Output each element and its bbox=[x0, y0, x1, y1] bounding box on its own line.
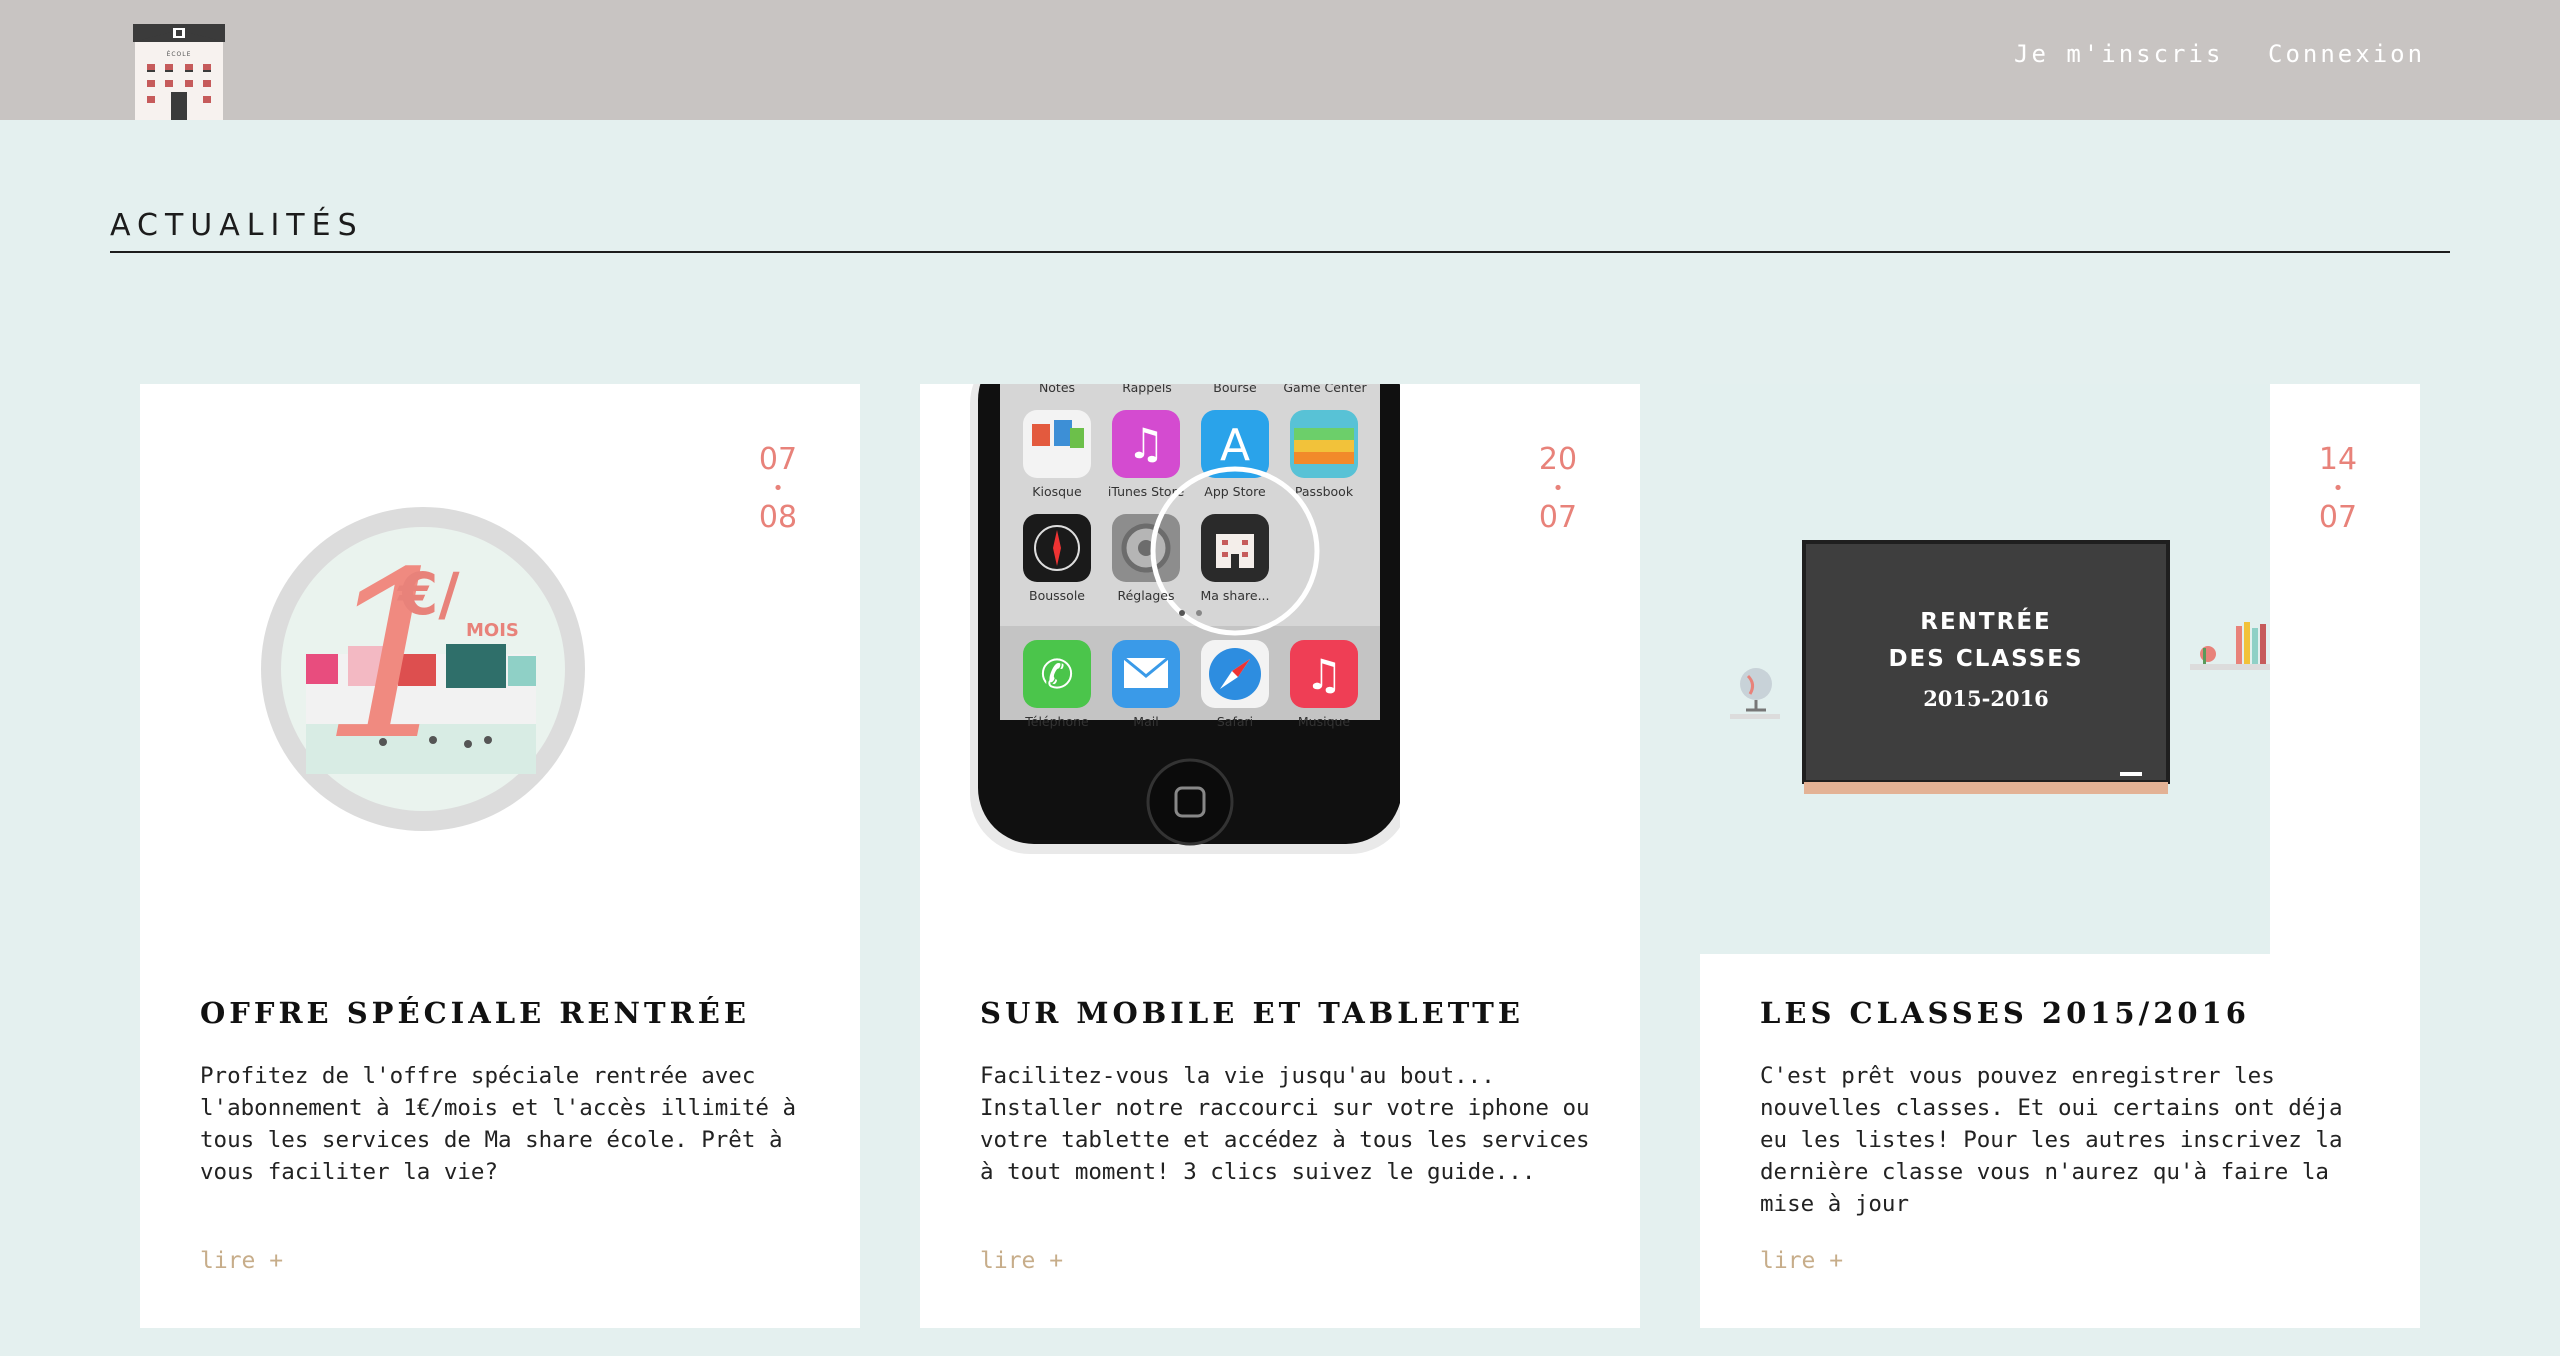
chalkboard-image: RENTRÉE DES CLASSES 2015-2016 bbox=[1700, 384, 2270, 954]
chalkboard-line: DES CLASSES bbox=[1888, 646, 2083, 672]
signup-link[interactable]: Je m'inscris bbox=[2014, 40, 2223, 68]
section-divider bbox=[110, 251, 2450, 253]
card-date: 07 • 08 bbox=[758, 442, 798, 535]
app-label: Rappels bbox=[1122, 384, 1172, 395]
card-text: C'est prêt vous pouvez enregistrer les n… bbox=[1760, 1063, 2343, 1217]
svg-text:♫: ♫ bbox=[1127, 419, 1165, 468]
card-text: Profitez de l'offre spéciale rentrée ave… bbox=[200, 1063, 797, 1185]
read-more-link[interactable]: lire + bbox=[980, 1248, 1063, 1274]
card-title[interactable]: LES CLASSES 2015/2016 bbox=[1760, 996, 2250, 1030]
card-title[interactable]: SUR MOBILE ET TABLETTE bbox=[980, 996, 1524, 1030]
date-month: 07 bbox=[1538, 499, 1578, 535]
chalkboard-line: RENTRÉE bbox=[1920, 607, 2052, 635]
login-link[interactable]: Connexion bbox=[2268, 40, 2425, 68]
news-card-offer[interactable]: 1 €/ MOIS 07 • 08 OFFRE SPÉCIALE RENTRÉE… bbox=[140, 384, 860, 1328]
date-day: 20 bbox=[1538, 442, 1578, 477]
app-label: Bourse bbox=[1213, 384, 1257, 395]
app-label: Ma share... bbox=[1201, 588, 1270, 603]
school-logo[interactable]: ÉCOLE bbox=[133, 24, 225, 120]
app-label: App Store bbox=[1204, 484, 1266, 499]
date-month: 08 bbox=[758, 499, 798, 535]
svg-text:A: A bbox=[1220, 420, 1250, 471]
card-text: Facilitez-vous la vie jusqu'au bout... I… bbox=[980, 1063, 1590, 1185]
date-month: 07 bbox=[2318, 499, 2358, 535]
app-label: Réglages bbox=[1117, 588, 1174, 603]
offer-badge-image: 1 €/ MOIS bbox=[261, 507, 585, 831]
news-card-mobile[interactable]: Notes Rappels Bourse Game Center ♫ A Kio… bbox=[920, 384, 1640, 1328]
top-bar: ÉCOLE Je m'inscris Connexion bbox=[0, 0, 2560, 120]
app-label: Kiosque bbox=[1032, 484, 1082, 499]
app-label: Safari bbox=[1217, 714, 1253, 729]
app-label: Boussole bbox=[1029, 588, 1085, 603]
date-day: 14 bbox=[2318, 442, 2358, 477]
offer-currency: €/ bbox=[396, 560, 460, 628]
app-label: Passbook bbox=[1295, 484, 1354, 499]
app-label: Musique bbox=[1298, 714, 1351, 729]
app-label: Téléphone bbox=[1024, 714, 1089, 729]
card-date: 20 • 07 bbox=[1538, 442, 1578, 535]
phone-screenshot-image: Notes Rappels Bourse Game Center ♫ A Kio… bbox=[970, 384, 1400, 854]
offer-unit: MOIS bbox=[466, 620, 519, 641]
read-more-link[interactable]: lire + bbox=[1760, 1248, 1843, 1274]
app-label: Game Center bbox=[1283, 384, 1367, 395]
date-day: 07 bbox=[758, 442, 798, 477]
svg-text:♫: ♫ bbox=[1305, 650, 1343, 699]
svg-text:✆: ✆ bbox=[1040, 652, 1074, 698]
chalkboard-line: 2015-2016 bbox=[1923, 686, 2049, 711]
app-label: Mail bbox=[1133, 714, 1158, 729]
logo-text: ÉCOLE bbox=[167, 50, 192, 58]
app-label: Notes bbox=[1039, 384, 1075, 395]
news-card-classes[interactable]: RENTRÉE DES CLASSES 2015-2016 14 • 07 LE… bbox=[1700, 384, 2420, 1328]
section-title: ACTUALITÉS bbox=[110, 208, 364, 243]
card-title[interactable]: OFFRE SPÉCIALE RENTRÉE bbox=[200, 996, 750, 1030]
card-date: 14 • 07 bbox=[2318, 442, 2358, 535]
read-more-link[interactable]: lire + bbox=[200, 1248, 283, 1274]
